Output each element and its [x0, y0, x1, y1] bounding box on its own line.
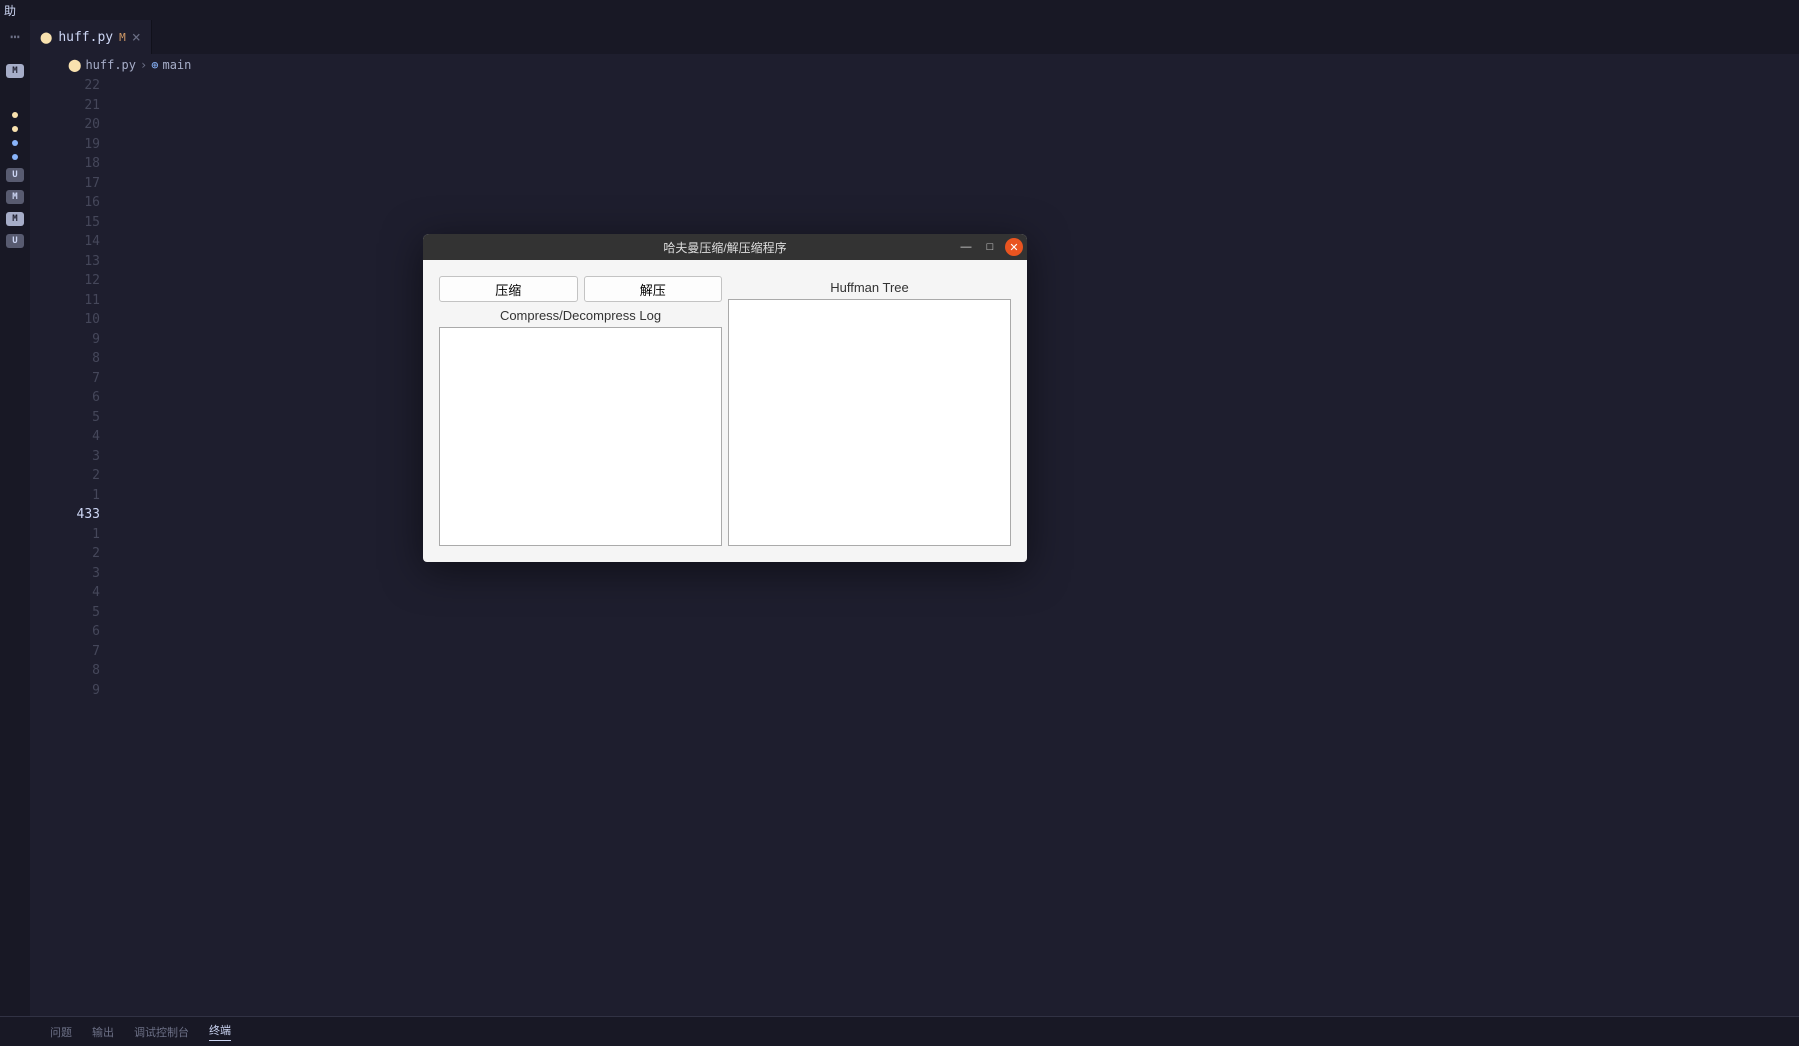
- close-icon[interactable]: ✕: [1005, 238, 1023, 256]
- line-gutter: 2221201918171615141312111098765432143312…: [30, 76, 110, 1016]
- file-badge-m[interactable]: M: [6, 190, 24, 204]
- panel-tab-debug[interactable]: 调试控制台: [134, 1024, 189, 1040]
- scm-badge[interactable]: M: [6, 64, 24, 78]
- button-row: 压缩 解压: [439, 276, 722, 302]
- menu-help[interactable]: 助: [4, 2, 16, 19]
- huffman-dialog[interactable]: 哈夫曼压缩/解压缩程序 — □ ✕ 压缩 解压 Compress/Decompr…: [423, 234, 1027, 562]
- activity-bar: ⋯ M U M M U: [0, 20, 30, 1016]
- decompress-button[interactable]: 解压: [584, 276, 723, 302]
- tab-filename: huff.py: [58, 30, 113, 45]
- dialog-titlebar[interactable]: 哈夫曼压缩/解压缩程序 — □ ✕: [423, 234, 1027, 260]
- breadcrumb[interactable]: ⬤ huff.py › ⊕ main: [30, 54, 1799, 76]
- panel-tab-problems[interactable]: 问题: [50, 1024, 72, 1040]
- log-label: Compress/Decompress Log: [439, 308, 722, 323]
- tree-label: Huffman Tree: [728, 280, 1011, 295]
- file-badge-m-active[interactable]: M: [6, 212, 24, 226]
- status-dot-icon: [12, 154, 18, 160]
- window-controls: — □ ✕: [957, 238, 1023, 256]
- status-dot-icon: [12, 140, 18, 146]
- breadcrumb-symbol[interactable]: main: [162, 58, 191, 72]
- compress-button[interactable]: 压缩: [439, 276, 578, 302]
- chevron-right-icon: ›: [140, 58, 147, 72]
- dialog-left-pane: 压缩 解压 Compress/Decompress Log: [439, 276, 722, 546]
- tab-bar: ⬤ huff.py M ×: [30, 20, 1799, 54]
- file-badge-u[interactable]: U: [6, 168, 24, 182]
- maximize-icon[interactable]: □: [981, 238, 999, 256]
- dialog-body: 压缩 解压 Compress/Decompress Log Huffman Tr…: [423, 260, 1027, 562]
- dialog-title: 哈夫曼压缩/解压缩程序: [423, 239, 1027, 256]
- tree-viewer[interactable]: [728, 299, 1011, 546]
- symbol-icon: ⊕: [151, 58, 158, 72]
- breadcrumb-file[interactable]: huff.py: [85, 58, 136, 72]
- activity-more-icon[interactable]: ⋯: [10, 32, 20, 42]
- python-icon: ⬤: [68, 58, 81, 72]
- tab-modified-indicator: M: [119, 31, 126, 44]
- bottom-panel: 问题 输出 调试控制台 终端: [0, 1016, 1799, 1046]
- tab-huff-py[interactable]: ⬤ huff.py M ×: [30, 20, 152, 54]
- panel-tab-terminal[interactable]: 终端: [209, 1022, 231, 1041]
- status-dot-icon: [12, 126, 18, 132]
- dialog-right-pane: Huffman Tree: [728, 276, 1011, 546]
- file-badge-u[interactable]: U: [6, 234, 24, 248]
- python-icon: ⬤: [40, 31, 52, 44]
- panel-tab-output[interactable]: 输出: [92, 1024, 114, 1040]
- status-dot-icon: [12, 112, 18, 118]
- minimize-icon[interactable]: —: [957, 238, 975, 256]
- log-output[interactable]: [439, 327, 722, 546]
- menu-bar[interactable]: 助: [0, 0, 1799, 20]
- close-icon[interactable]: ×: [132, 28, 141, 46]
